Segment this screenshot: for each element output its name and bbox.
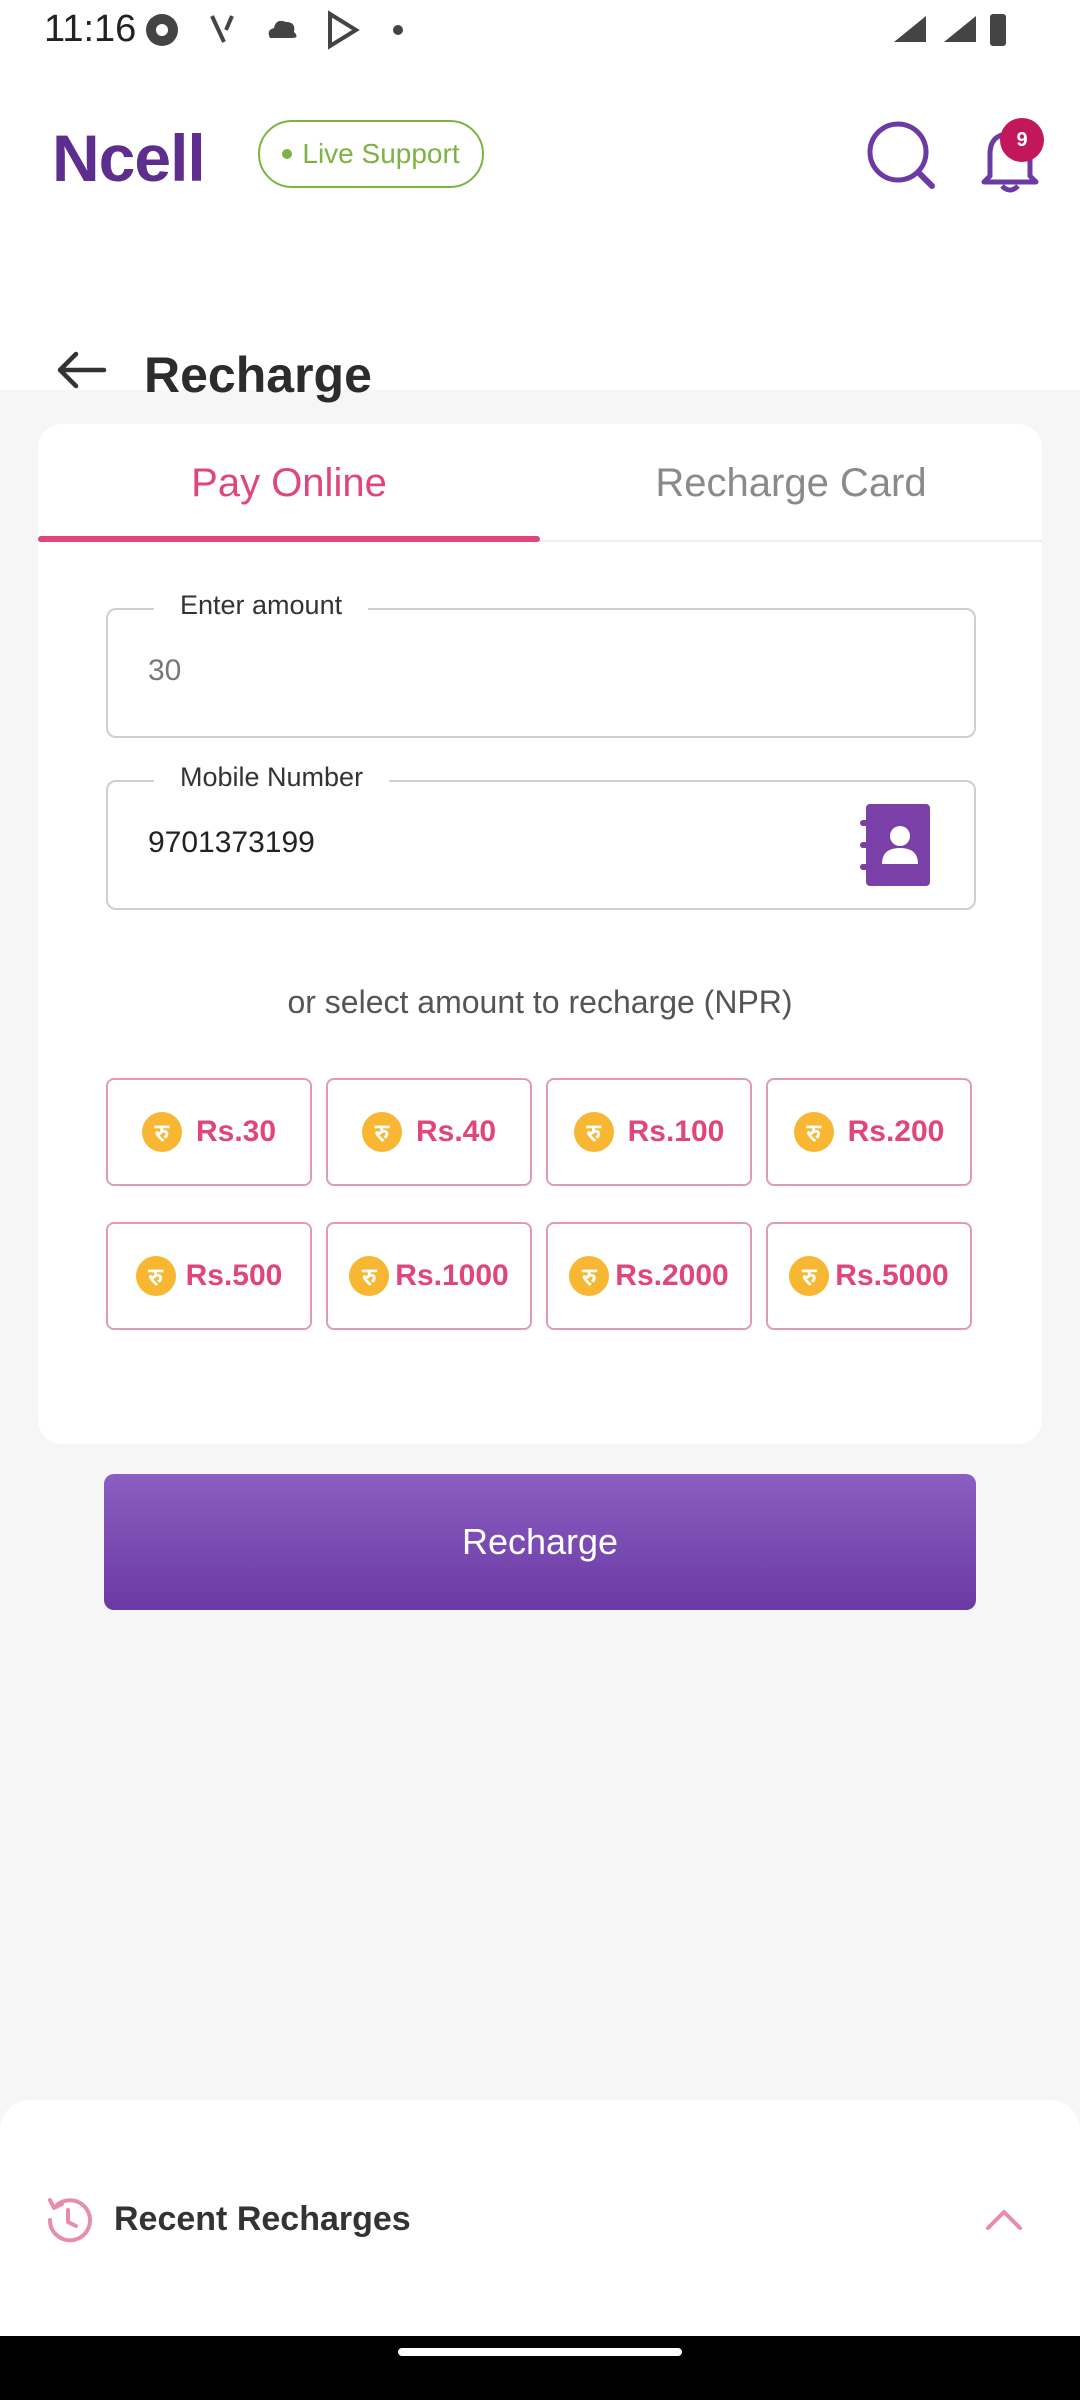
amount-chip-500[interactable]: रु Rs.500 [106, 1222, 312, 1330]
mobile-number-field[interactable]: Mobile Number 9701373199 [106, 762, 976, 910]
rupee-coin-icon: रु [793, 1112, 834, 1152]
live-support-label: Live Support [302, 138, 460, 169]
signal-icon [944, 16, 976, 42]
amount-chip-label: Rs.5000 [835, 1259, 949, 1292]
amount-chip-label: Rs.30 [195, 1115, 277, 1148]
amount-chip-label: Rs.100 [627, 1115, 725, 1148]
amount-chip-2000[interactable]: रु Rs.2000 [546, 1222, 752, 1330]
rupee-coin-icon: रु [789, 1256, 830, 1296]
system-nav-bar [0, 2336, 1080, 2400]
search-icon[interactable] [862, 116, 942, 196]
amount-chip-5000[interactable]: रु Rs.5000 [766, 1222, 972, 1330]
amount-chip-label: Rs.40 [415, 1115, 497, 1148]
tools-icon [210, 15, 234, 43]
rupee-coin-icon: रु [141, 1112, 182, 1152]
amount-chip-1000[interactable]: रु Rs.1000 [326, 1222, 532, 1330]
rupee-coin-icon: रु [135, 1256, 176, 1296]
wifi-icon [894, 16, 926, 42]
tab-bar: Pay Online Recharge Card [38, 424, 1042, 542]
play-store-icon [328, 10, 360, 50]
rupee-coin-icon: रु [349, 1256, 390, 1296]
amount-chip-30[interactable]: रु Rs.30 [106, 1078, 312, 1186]
tab-pay-online[interactable]: Pay Online [38, 424, 540, 542]
contacts-book-icon[interactable] [860, 804, 930, 886]
mobile-number-label: Mobile Number [154, 762, 390, 793]
mobile-number-value: 9701373199 [148, 826, 315, 859]
recharge-card-panel: Pay Online Recharge Card Enter amount 30… [38, 424, 1042, 1444]
dot-icon [393, 25, 403, 35]
rupee-coin-icon: रु [573, 1112, 614, 1152]
app-header: Ncell Live Support 9 Recharge [0, 60, 1080, 403]
battery-icon [990, 14, 1006, 46]
status-bar: 11:16 [0, 0, 1080, 60]
rupee-coin-icon: रु [361, 1112, 402, 1152]
amount-field-value: 30 [148, 654, 182, 687]
amount-chip-40[interactable]: रु Rs.40 [326, 1078, 532, 1186]
amount-chip-label: Rs.500 [185, 1259, 283, 1292]
brand-logo: Ncell [52, 121, 206, 195]
notification-badge: 9 [1000, 118, 1044, 162]
live-status-dot [282, 149, 293, 159]
tab-active-indicator [38, 536, 540, 542]
cloud-icon [268, 20, 297, 38]
amount-field-label: Enter amount [154, 590, 369, 621]
amount-chip-200[interactable]: रु Rs.200 [766, 1078, 972, 1186]
amount-chip-label: Rs.1000 [395, 1259, 509, 1292]
amount-chip-label: Rs.2000 [615, 1259, 729, 1292]
back-arrow-icon[interactable] [52, 340, 112, 400]
chevron-up-icon[interactable] [980, 2196, 1028, 2244]
status-time: 11:16 [44, 8, 137, 50]
quick-amount-hint: or select amount to recharge (NPR) [287, 984, 793, 1020]
rupee-coin-icon: रु [569, 1256, 610, 1296]
live-support-button[interactable]: Live Support [258, 120, 484, 188]
recent-recharges-panel[interactable]: Recent Recharges [0, 2100, 1080, 2336]
recharge-button[interactable]: Recharge [104, 1474, 976, 1610]
amount-chip-label: Rs.200 [847, 1115, 945, 1148]
history-icon [47, 2198, 92, 2243]
amount-field[interactable]: Enter amount 30 [106, 590, 976, 738]
amount-chip-100[interactable]: रु Rs.100 [546, 1078, 752, 1186]
page-title: Recharge [144, 347, 372, 403]
recent-recharges-title: Recent Recharges [114, 2200, 411, 2238]
chrome-icon [146, 14, 178, 46]
home-gesture-pill[interactable] [398, 2348, 682, 2356]
tab-recharge-card[interactable]: Recharge Card [540, 424, 1042, 542]
